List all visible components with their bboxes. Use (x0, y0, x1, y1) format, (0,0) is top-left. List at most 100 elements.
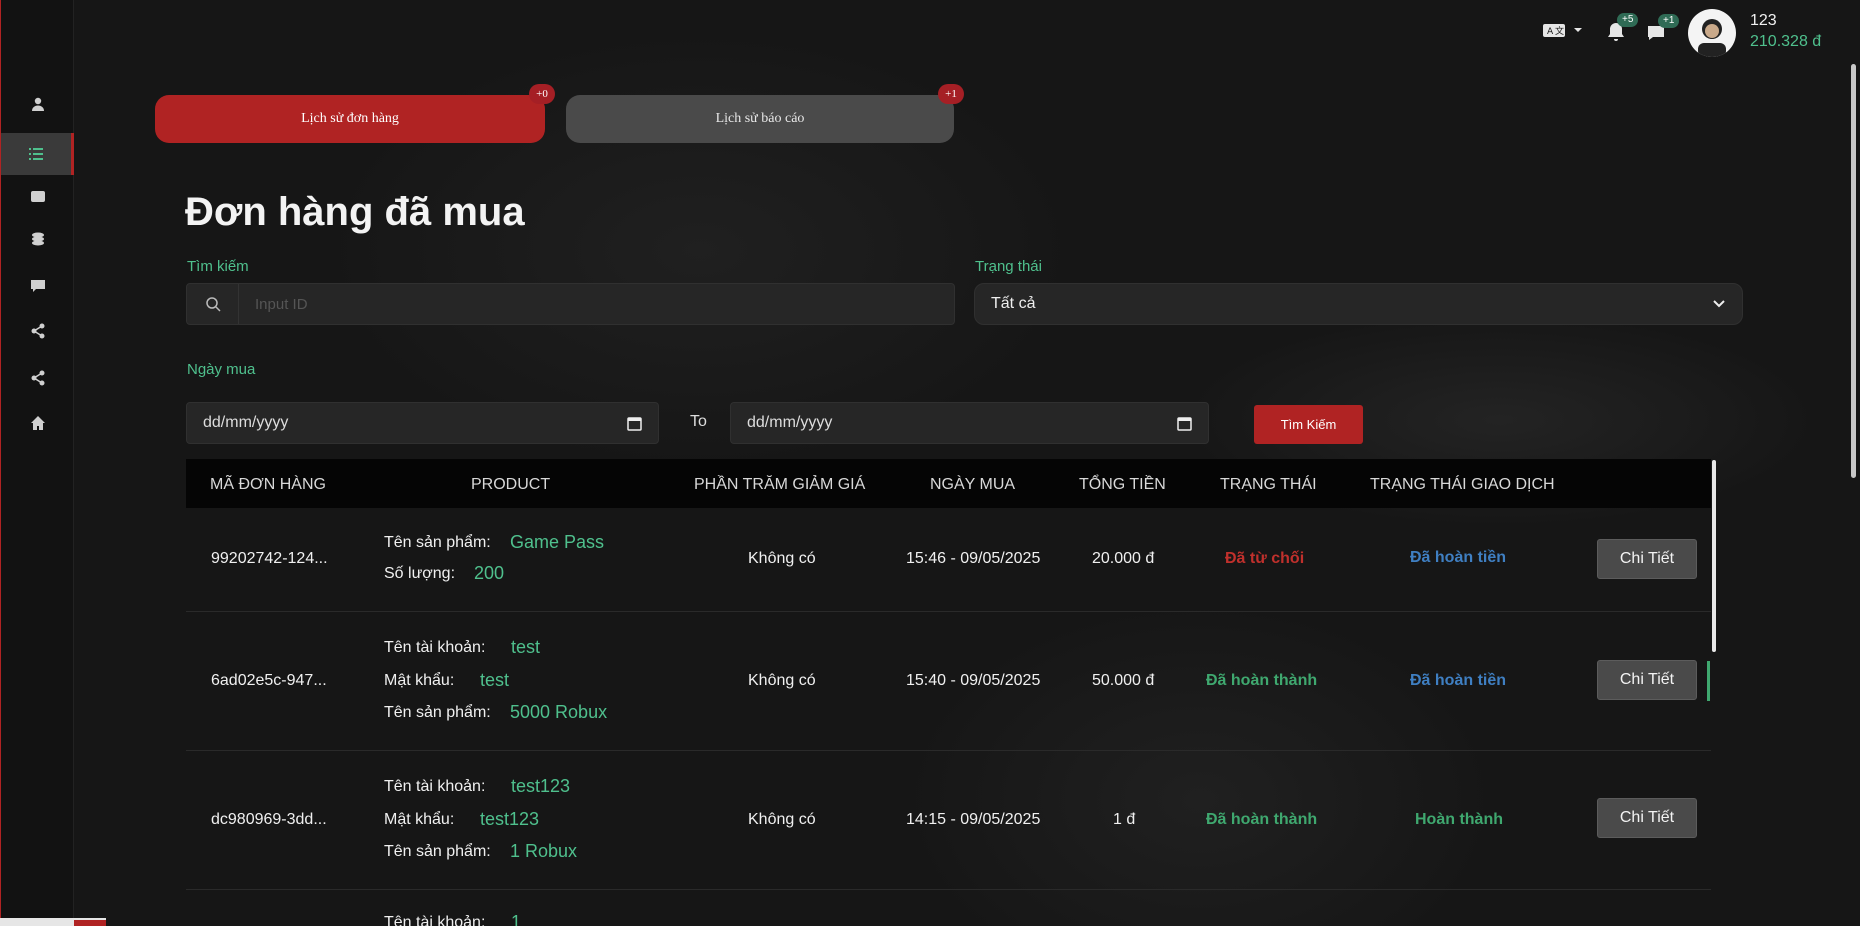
language-switcher[interactable]: A文 (1543, 22, 1583, 38)
user-name: 123 (1750, 12, 1777, 29)
table-row: Tên tài khoản: test 6ad02e5c-947... Mật … (186, 612, 1711, 751)
transaction-status: Đã hoàn tiền (1410, 549, 1507, 566)
purchase-date: 15:46 - 09/05/2025 (906, 550, 1041, 567)
product-value: 200 (474, 563, 505, 583)
product-label: Tên tài khoản: (384, 639, 486, 656)
order-id: dc980969-3dd... (211, 811, 327, 828)
date-to-placeholder: dd/mm/yyyy (747, 414, 833, 431)
discount: Không có (748, 550, 816, 567)
product-value: 1 Robux (510, 841, 578, 861)
tab-badge: +1 (938, 84, 964, 104)
table-row: Tên tài khoản: test123 dc980969-3dd... M… (186, 751, 1711, 890)
transaction-status: Đã hoàn tiền (1410, 672, 1507, 689)
status-label: Trạng thái (975, 258, 1042, 275)
date-from-placeholder: dd/mm/yyyy (203, 414, 289, 431)
product-label: Tên tài khoản: (384, 914, 486, 926)
search-button[interactable]: Tìm Kiếm (1254, 405, 1363, 444)
order-id: 99202742-124... (211, 550, 328, 567)
notification-badge: +5 (1617, 13, 1639, 27)
search-label: Tìm kiếm (187, 258, 249, 275)
chevron-down-icon (1574, 28, 1582, 32)
column-header: Trạng thái giao dịch (1370, 476, 1555, 493)
product-value: test (511, 637, 541, 657)
avatar[interactable] (1688, 9, 1736, 57)
status-badge: Đã từ chối (1225, 550, 1305, 567)
tab-order-history[interactable]: Lịch sử đơn hàng +0 (155, 84, 555, 143)
list-icon (29, 148, 43, 160)
total: 20.000 đ (1092, 550, 1155, 567)
total: 50.000 đ (1092, 672, 1155, 689)
product-label: Mật khẩu: (384, 672, 455, 689)
sidebar-item-orders[interactable] (1, 133, 74, 175)
bottom-strip-accent (74, 920, 106, 926)
page-title: Đơn hàng đã mua (185, 190, 525, 234)
calendar-icon (1177, 416, 1192, 431)
status-select-value: Tất cả (991, 295, 1036, 312)
column-header: Tổng tiền (1079, 476, 1166, 493)
calendar-icon (627, 416, 642, 431)
date-label: Ngày mua (187, 361, 256, 378)
purchase-date: 15:40 - 09/05/2025 (906, 672, 1041, 689)
column-header: Phần trăm giảm giá (694, 476, 866, 493)
detail-button[interactable]: Chi Tiết (1597, 539, 1697, 579)
status-select[interactable]: Tất cả (974, 283, 1743, 325)
sidebar-item-share-2[interactable] (1, 357, 74, 399)
sidebar-item-profile[interactable] (1, 83, 74, 125)
date-to-input[interactable]: dd/mm/yyyy (730, 402, 1209, 444)
sidebar (1, 0, 74, 926)
discount: Không có (748, 672, 816, 689)
status-badge: Đã hoàn thành (1206, 672, 1318, 689)
share-icon (31, 370, 44, 386)
tab-badge: +0 (529, 84, 555, 104)
sidebar-item-home[interactable] (1, 402, 74, 444)
product-label: Tên sản phẩm: (384, 843, 491, 860)
language-icon: A文 (1543, 24, 1565, 37)
avatar-image (1698, 19, 1726, 57)
search-icon (187, 284, 239, 324)
product-value: test (480, 670, 510, 690)
purchase-date: 14:15 - 09/05/2025 (906, 811, 1041, 828)
sidebar-item-wallet[interactable] (1, 175, 74, 217)
svg-text:A: A (1547, 27, 1554, 37)
date-from-input[interactable]: dd/mm/yyyy (186, 402, 659, 444)
product-value: Game Pass (510, 532, 605, 552)
chat-icon (30, 280, 45, 292)
transaction-status: Hoàn thành (1415, 811, 1503, 828)
svg-text:文: 文 (1555, 25, 1564, 37)
column-header: Mã đơn hàng (210, 476, 326, 493)
chevron-down-icon (1713, 300, 1725, 308)
product-label: Tên sản phẩm: (384, 704, 491, 721)
product-value: test123 (480, 809, 540, 829)
status-badge: Đã hoàn thành (1206, 811, 1318, 828)
user-icon (31, 97, 44, 111)
product-value: 5000 Robux (510, 702, 608, 722)
tab-report-history[interactable]: Lịch sử báo cáo +1 (566, 84, 964, 143)
table-scrollbar[interactable] (1712, 460, 1716, 652)
to-label: To (690, 413, 707, 430)
search-field (186, 283, 955, 325)
product-label: Mật khẩu: (384, 811, 455, 828)
total: 1 đ (1113, 811, 1136, 828)
row-highlight-mark (1707, 661, 1710, 701)
table-header: Mã đơn hàng Product Phần trăm giảm giá N… (186, 459, 1711, 508)
discount: Không có (748, 811, 816, 828)
table-row: Tên tài khoản: 1 (186, 890, 1711, 926)
product-label: Tên tài khoản: (384, 778, 486, 795)
product-value: test123 (511, 776, 571, 796)
column-header: Product (471, 476, 551, 493)
table-row: 99202742-124... Tên sản phẩm: Game Pass … (186, 508, 1711, 612)
coins-icon (31, 232, 44, 246)
message-badge: +1 (1658, 14, 1680, 28)
page-scrollbar[interactable] (1851, 64, 1856, 478)
sidebar-item-share[interactable] (1, 310, 74, 352)
tab-label: Lịch sử đơn hàng (301, 111, 399, 126)
column-header: Trạng thái (1220, 476, 1317, 493)
detail-button[interactable]: Chi Tiết (1597, 798, 1697, 838)
search-input[interactable] (239, 284, 954, 324)
sidebar-item-coins[interactable] (1, 218, 74, 260)
user-balance: 210.328 đ (1750, 33, 1822, 50)
detail-button[interactable]: Chi Tiết (1597, 660, 1697, 700)
order-id: 6ad02e5c-947... (211, 672, 327, 689)
sidebar-item-chat[interactable] (1, 265, 74, 307)
product-label: Số lượng: (384, 565, 456, 582)
